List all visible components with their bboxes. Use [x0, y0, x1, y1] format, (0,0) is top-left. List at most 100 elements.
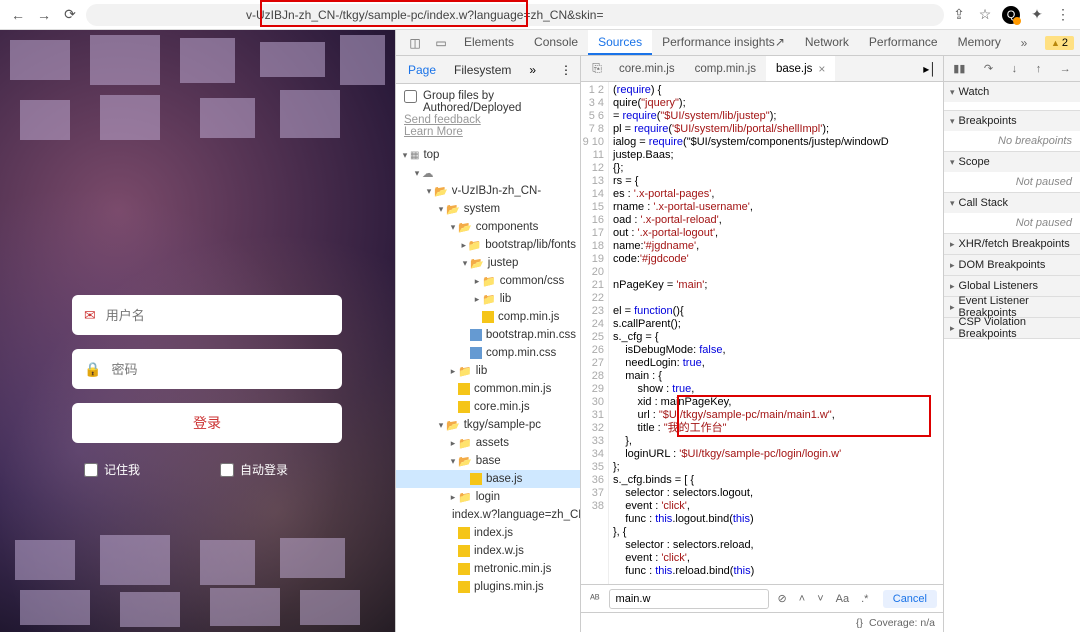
tree-item[interactable]: ▾v-UzIBJn-zh_CN-: [396, 182, 580, 200]
dbg-section-header[interactable]: DOM Breakpoints: [944, 255, 1080, 275]
file-tab-comp[interactable]: comp.min.js: [685, 56, 766, 81]
tree-item[interactable]: ▸lib: [396, 290, 580, 308]
tab-perf-insights[interactable]: Performance insights ↗: [652, 30, 795, 55]
code-pane: ⎘ core.min.js comp.min.js base.js× ▸│ 1 …: [581, 56, 944, 632]
tree-item[interactable]: ▸common/css: [396, 272, 580, 290]
username-input[interactable]: [106, 308, 330, 323]
search-scope-icon[interactable]: ᴬᴮ: [587, 593, 603, 605]
tree-item[interactable]: ▾justep: [396, 254, 580, 272]
tree-item[interactable]: common.min.js: [396, 380, 580, 398]
tree-item[interactable]: ▾top: [396, 146, 580, 164]
dbg-section-header[interactable]: XHR/fetch Breakpoints: [944, 234, 1080, 254]
dbg-section-header[interactable]: Event Listener Breakpoints: [944, 297, 1080, 317]
dbg-section-header[interactable]: Global Listeners: [944, 276, 1080, 296]
reload-icon[interactable]: ⟳: [60, 5, 80, 25]
tree-item[interactable]: plugins.min.js: [396, 578, 580, 596]
mail-icon: ✉: [84, 307, 96, 324]
share-icon[interactable]: ⇪: [950, 6, 968, 24]
tree-item[interactable]: ▾components: [396, 218, 580, 236]
close-icon[interactable]: ×: [818, 62, 825, 76]
send-feedback-link[interactable]: Send feedback: [404, 114, 572, 126]
dbg-section-header[interactable]: Call Stack: [944, 193, 1080, 213]
nav-tab-page[interactable]: Page: [404, 61, 440, 79]
dbg-section-header[interactable]: CSP Violation Breakpoints: [944, 318, 1080, 338]
tree-item[interactable]: ▸lib: [396, 362, 580, 380]
tree-item[interactable]: ▾tkgy/sample-pc: [396, 416, 580, 434]
tab-network[interactable]: Network: [795, 30, 859, 55]
pause-icon[interactable]: ▮▮: [953, 62, 965, 75]
device-icon[interactable]: ▭: [428, 30, 454, 55]
bookmark-icon[interactable]: ☆: [976, 6, 994, 24]
tab-console[interactable]: Console: [524, 30, 588, 55]
tree-item[interactable]: ▾base: [396, 452, 580, 470]
extension-icon[interactable]: Q: [1002, 6, 1020, 24]
cancel-button[interactable]: Cancel: [883, 590, 937, 608]
tree-item[interactable]: index.w?language=zh_CN: [396, 506, 580, 524]
tree-item[interactable]: ▸assets: [396, 434, 580, 452]
tree-item[interactable]: base.js: [396, 470, 580, 488]
nav-more-icon[interactable]: »: [529, 63, 536, 77]
extensions-icon[interactable]: ✦: [1028, 6, 1046, 24]
more-tabs-icon[interactable]: »: [1011, 30, 1037, 55]
breakpoint-toggle-icon[interactable]: ▸│: [917, 56, 943, 81]
tab-memory[interactable]: Memory: [948, 30, 1011, 55]
js-icon: [458, 563, 470, 575]
folder-closed-icon: [468, 239, 482, 252]
clear-search-icon[interactable]: ⊘: [775, 592, 790, 605]
tree-item[interactable]: index.w.js: [396, 542, 580, 560]
dbg-section-header[interactable]: Scope: [944, 152, 1080, 172]
url-bar[interactable]: v-UzIBJn-zh_CN-/tkgy/sample-pc/index.w?l…: [86, 4, 944, 26]
file-tabs-left-icon[interactable]: ⎘: [585, 56, 609, 81]
username-field[interactable]: ✉: [72, 295, 342, 335]
dbg-section-header[interactable]: Breakpoints: [944, 111, 1080, 131]
step-over-icon[interactable]: ↷: [984, 62, 993, 75]
step-out-icon[interactable]: ↑: [1036, 63, 1042, 75]
group-checkbox[interactable]: [404, 90, 417, 103]
file-tab-base[interactable]: base.js×: [766, 56, 835, 81]
search-next-icon[interactable]: ˅: [814, 593, 826, 605]
match-case-icon[interactable]: Aa: [833, 593, 852, 605]
format-icon[interactable]: {}: [856, 617, 863, 629]
dbg-section: CSP Violation Breakpoints: [944, 318, 1080, 339]
file-tab-core[interactable]: core.min.js: [609, 56, 685, 81]
tree-item[interactable]: ▸bootstrap/lib/fonts: [396, 236, 580, 254]
password-input[interactable]: [111, 362, 330, 377]
tree-item[interactable]: comp.min.js: [396, 308, 580, 326]
overflow-icon[interactable]: ⋮: [1054, 6, 1072, 24]
learn-more-link[interactable]: Learn More: [404, 126, 572, 138]
js-icon: [482, 311, 494, 323]
inspect-icon[interactable]: ◫: [402, 30, 428, 55]
tree-item[interactable]: comp.min.css: [396, 344, 580, 362]
folder-open-icon: [458, 221, 472, 234]
code-editor[interactable]: 1 2 3 4 5 6 7 8 9 10 11 12 13 14 15 16 1…: [581, 82, 943, 584]
login-button[interactable]: 登录: [72, 403, 342, 443]
tree-item[interactable]: ▾: [396, 164, 580, 182]
tree-item[interactable]: index.js: [396, 524, 580, 542]
password-field[interactable]: 🔒: [72, 349, 342, 389]
warning-badge[interactable]: 2: [1045, 36, 1074, 50]
tree-item[interactable]: core.min.js: [396, 398, 580, 416]
tab-elements[interactable]: Elements: [454, 30, 524, 55]
search-prev-icon[interactable]: ˄: [796, 593, 808, 605]
regex-icon[interactable]: .*: [858, 593, 871, 605]
tree-item[interactable]: ▾system: [396, 200, 580, 218]
folder-closed-icon: [458, 437, 472, 450]
nav-tab-filesystem[interactable]: Filesystem: [450, 61, 515, 79]
login-form: ✉ 🔒 登录 记住我 自动登录: [72, 295, 342, 478]
step-into-icon[interactable]: ↓: [1012, 63, 1018, 75]
tree-item[interactable]: metronic.min.js: [396, 560, 580, 578]
step-icon[interactable]: →: [1060, 63, 1071, 75]
search-input[interactable]: [609, 589, 769, 609]
js-icon: [470, 473, 482, 485]
nav-menu-icon[interactable]: ⋮: [560, 63, 572, 77]
tab-performance[interactable]: Performance: [859, 30, 948, 55]
autologin-checkbox[interactable]: 自动登录: [220, 461, 288, 478]
file-tree: ▾top▾▾v-UzIBJn-zh_CN-▾system▾components▸…: [396, 142, 580, 600]
tree-item[interactable]: ▸login: [396, 488, 580, 506]
tab-sources[interactable]: Sources: [588, 30, 652, 55]
forward-icon[interactable]: →: [34, 5, 54, 25]
back-icon[interactable]: ←: [8, 5, 28, 25]
tree-item[interactable]: bootstrap.min.css: [396, 326, 580, 344]
remember-checkbox[interactable]: 记住我: [84, 461, 140, 478]
dbg-section-header[interactable]: Watch: [944, 82, 1080, 102]
